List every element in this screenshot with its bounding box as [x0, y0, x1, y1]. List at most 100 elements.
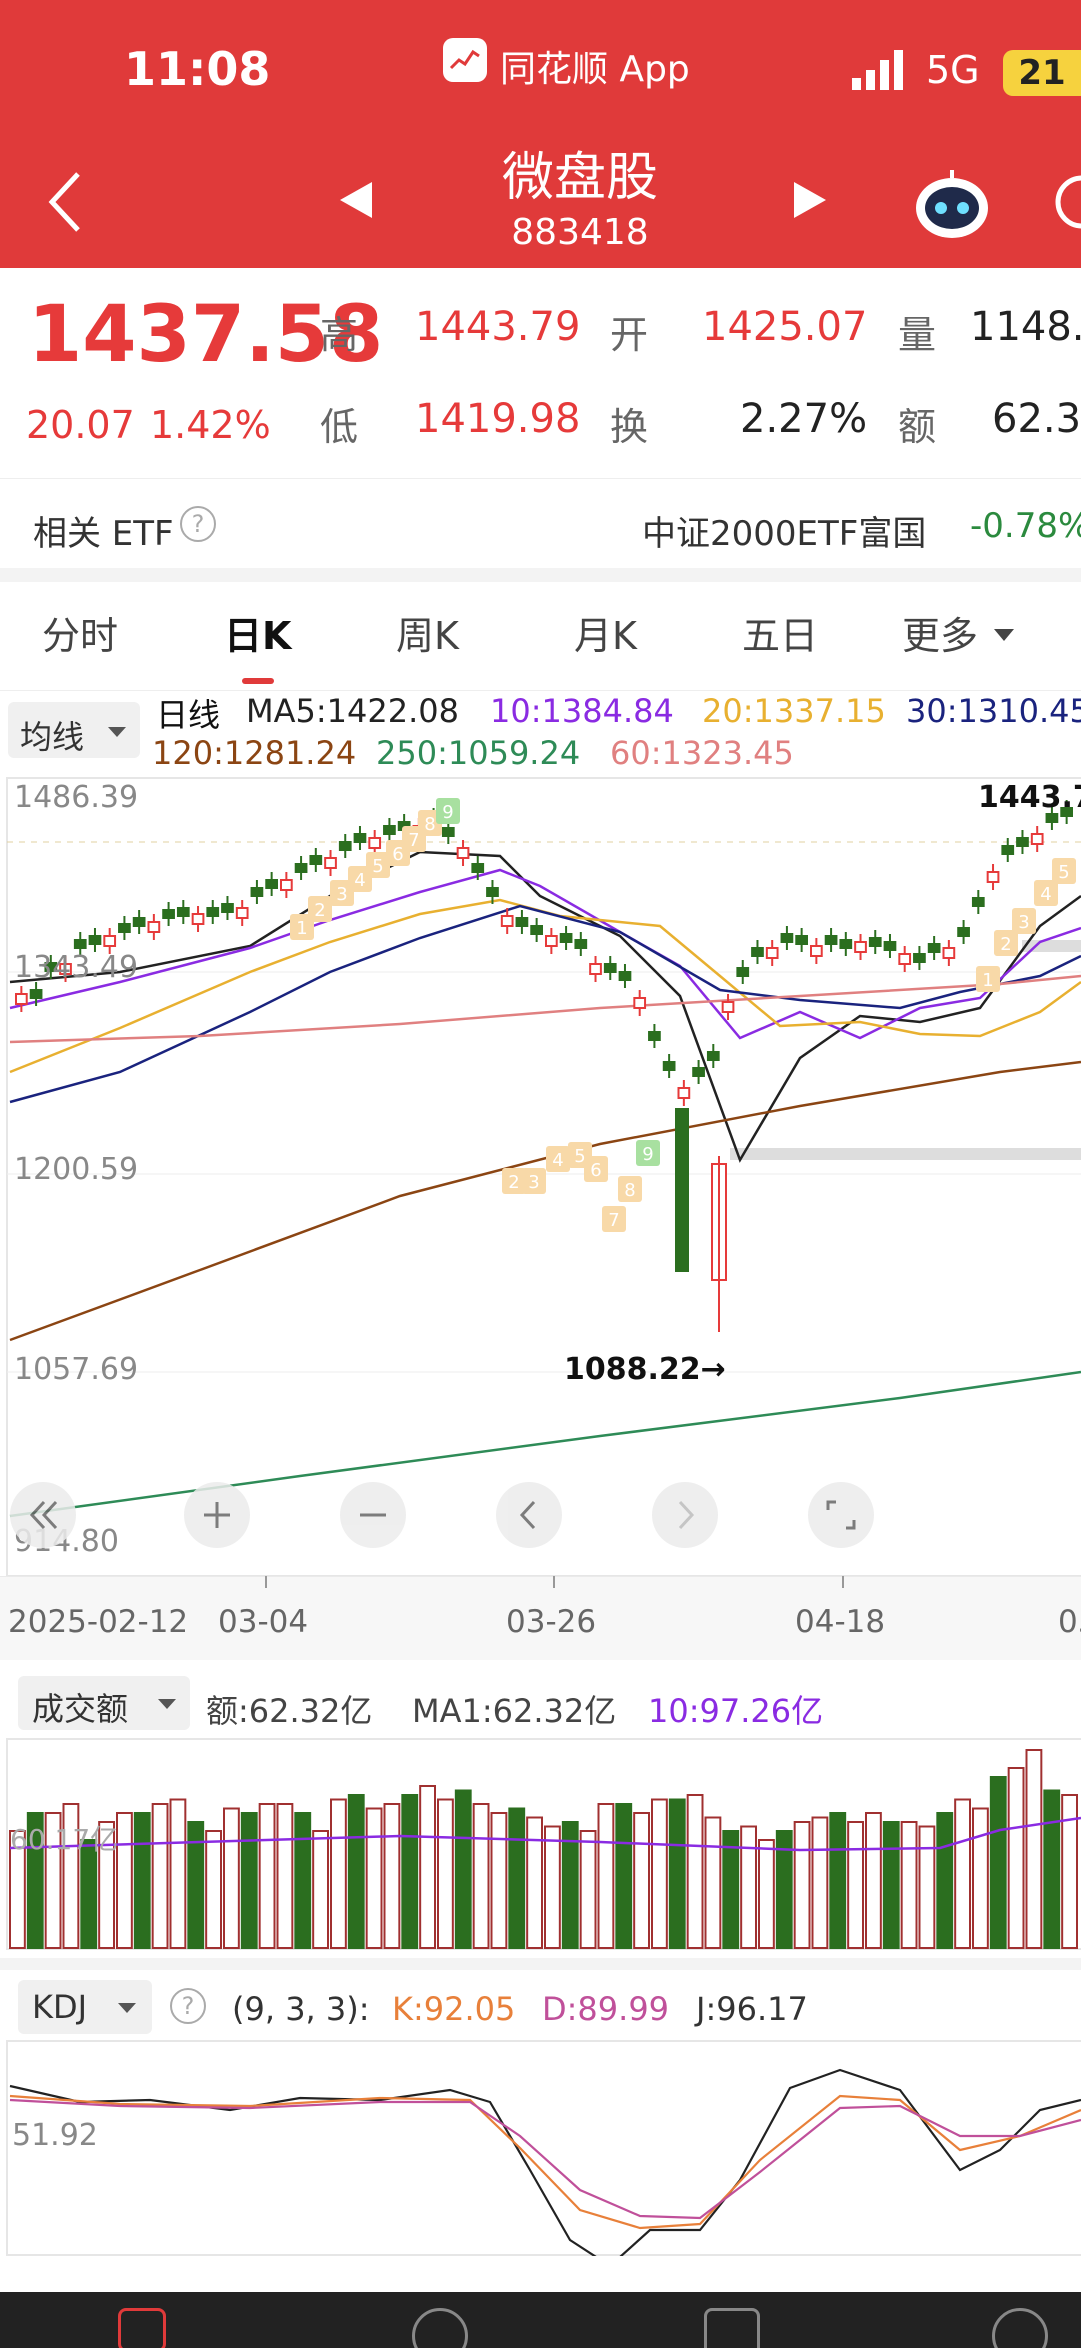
- help-icon[interactable]: ?: [180, 506, 216, 542]
- volume-bar: [401, 1794, 419, 1949]
- next-stock-icon[interactable]: [792, 180, 828, 224]
- favorite-icon[interactable]: [412, 2308, 468, 2348]
- tab-more[interactable]: 更多: [902, 605, 978, 660]
- volume-bar: [811, 1816, 829, 1949]
- volume-bar: [900, 1821, 918, 1949]
- tab-monthly-k[interactable]: 月K: [574, 605, 637, 660]
- candle-body: [15, 993, 28, 1005]
- volume-bar: [419, 1785, 436, 1949]
- candle-body: [456, 847, 470, 859]
- candle-body: [118, 923, 131, 933]
- tab-weekly-k[interactable]: 周K: [396, 605, 459, 660]
- etf-row[interactable]: 相关 ETF ? 中证2000ETF富国 -0.78%: [0, 480, 1081, 572]
- search-icon[interactable]: [1048, 170, 1081, 244]
- ma20-legend: 20:1337.15: [702, 692, 886, 730]
- ma60-legend: 60:1323.45: [610, 734, 794, 772]
- candle-body: [706, 1051, 720, 1061]
- candle-body: [795, 935, 808, 945]
- volume-bar: [1007, 1767, 1025, 1949]
- help-icon[interactable]: ?: [170, 1988, 206, 2024]
- candle-body: [692, 1067, 705, 1077]
- td-number: 2: [314, 900, 325, 921]
- low-marker: 1088.22→: [564, 1352, 726, 1387]
- menu-icon[interactable]: [992, 2308, 1048, 2348]
- candle-body: [898, 953, 912, 965]
- rewind-icon[interactable]: [10, 1482, 76, 1548]
- candle-body: [810, 945, 823, 957]
- robot-assistant-icon[interactable]: [914, 168, 990, 244]
- td-sequence-label: 9: [636, 1140, 660, 1166]
- tab-icon[interactable]: [704, 2308, 760, 2348]
- td-sequence-label: 3: [1012, 908, 1036, 934]
- ma250-legend: 250:1059.24: [376, 734, 581, 772]
- candle-body: [206, 907, 220, 917]
- td-number: 7: [608, 1210, 619, 1231]
- prev-stock-icon[interactable]: [338, 180, 374, 224]
- kdj-chart-svg: [6, 2040, 1081, 2268]
- candle-body: [103, 935, 117, 947]
- candle-body: [618, 971, 632, 981]
- volume-bar: [276, 1803, 294, 1949]
- tab-active-indicator: [242, 678, 274, 684]
- td-sequence-label: 5: [1052, 858, 1076, 884]
- volume-ma1: MA1:62.32亿: [412, 1692, 617, 1730]
- volume-bar: [579, 1830, 597, 1949]
- turnover-label: 换: [610, 405, 649, 449]
- volume-bar: [882, 1821, 900, 1949]
- ma-selector[interactable]: 均线: [8, 702, 140, 758]
- open-value: 1425.07: [702, 304, 868, 350]
- pan-left-icon[interactable]: [496, 1482, 562, 1548]
- candle-body: [383, 825, 396, 835]
- signal-icon: [852, 50, 912, 96]
- ma120-line: [9, 1060, 1081, 1342]
- high-label: 高: [320, 313, 359, 357]
- amount-value: 62.32: [992, 396, 1081, 442]
- kdj-y-label: 51.92: [12, 2118, 98, 2153]
- app-root: { "status_bar":{"time":"11:08","app_name…: [0, 0, 1081, 2348]
- candle-body: [309, 855, 323, 865]
- volume-bar: [294, 1812, 312, 1949]
- status-time: 11:08: [124, 42, 271, 96]
- dropdown-icon[interactable]: [994, 628, 1014, 647]
- td-sequence-label: 4: [546, 1146, 570, 1172]
- kdj-selector[interactable]: KDJ: [18, 1980, 152, 2034]
- volume-bar: [847, 1821, 865, 1949]
- ma120-legend: 120:1281.24: [152, 734, 357, 772]
- back-icon[interactable]: [44, 168, 84, 240]
- amount-label: 额: [898, 405, 937, 449]
- candle-body: [338, 841, 352, 851]
- volume-bar: [758, 1839, 775, 1949]
- tab-five-day[interactable]: 五日: [742, 605, 818, 660]
- stock-name: 微盘股: [501, 148, 658, 208]
- zoom-in-icon[interactable]: [184, 1482, 250, 1548]
- pan-right-icon[interactable]: [652, 1482, 718, 1548]
- fullscreen-icon[interactable]: [808, 1482, 874, 1548]
- candle-body: [736, 967, 750, 977]
- td-number: 1: [982, 970, 993, 991]
- td-number: 2: [508, 1172, 519, 1193]
- tab-daily-k[interactable]: 日K: [224, 605, 291, 660]
- tab-timeshare[interactable]: 分时: [42, 605, 118, 660]
- period-label: 日线: [156, 696, 221, 734]
- candle-body: [913, 953, 926, 963]
- kdj-chart: 51.92: [0, 2040, 1081, 2268]
- volume-bar: [651, 1798, 668, 1949]
- volume-y-label: 60.17亿: [10, 1823, 119, 1856]
- td-number: 3: [528, 1172, 539, 1193]
- low-value: 1419.98: [415, 396, 581, 442]
- y-axis-label-2: 1343.49: [14, 950, 139, 985]
- candle-body: [603, 963, 617, 973]
- volume-bar: [437, 1798, 454, 1949]
- volume-chart-svg: [6, 1738, 1081, 1950]
- candle-body: [675, 1108, 689, 1272]
- zoom-out-icon[interactable]: [340, 1482, 406, 1548]
- td-sequence-label: 3: [522, 1168, 546, 1194]
- volume-indicator-selector[interactable]: 成交额: [18, 1676, 190, 1730]
- volume-bar: [686, 1794, 704, 1949]
- date-axis: 2025-02-12 03-04 03-26 04-18 05: [0, 1576, 1081, 1660]
- k-chart[interactable]: 1234567892345678912345 1486.39 1343.49 1…: [0, 776, 1081, 1577]
- buy-icon[interactable]: [118, 2308, 166, 2348]
- candle-body: [927, 943, 941, 953]
- k-chart-svg: 1234567892 34 5678912345: [6, 777, 1081, 1577]
- low-label: 低: [320, 405, 359, 449]
